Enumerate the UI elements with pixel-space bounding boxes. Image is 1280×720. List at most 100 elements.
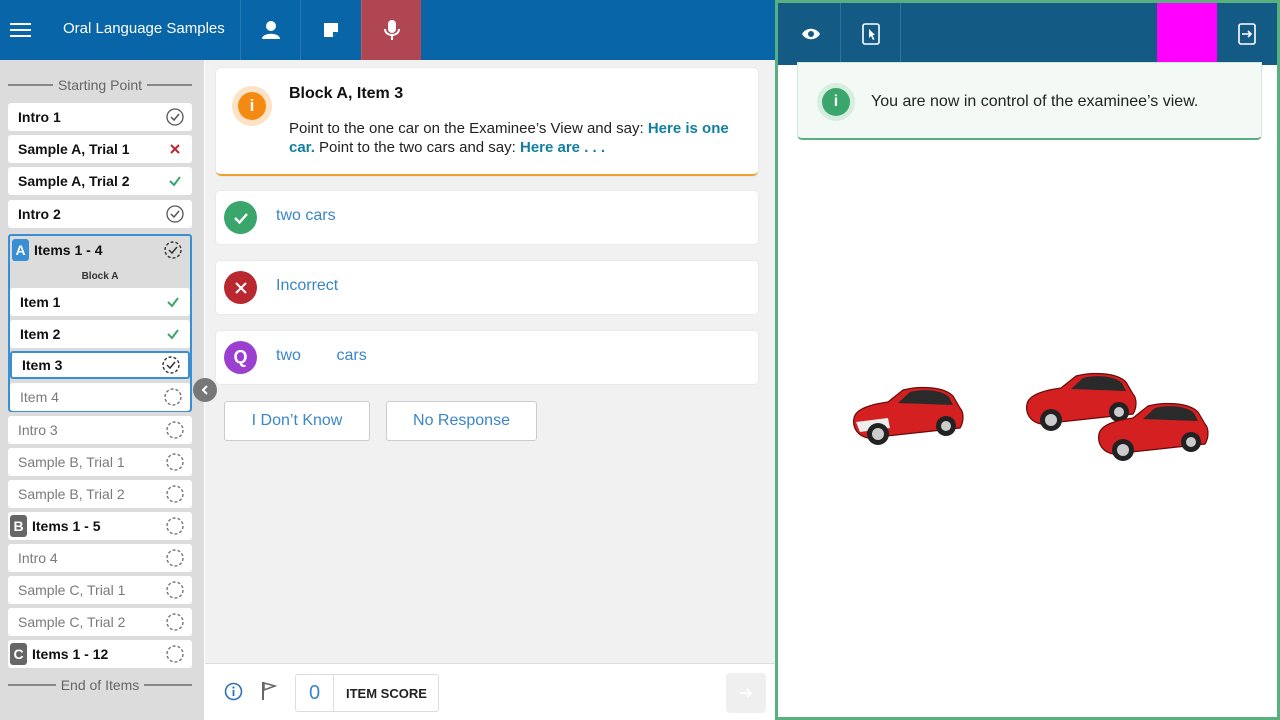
not-started-icon	[166, 581, 184, 599]
not-started-icon	[166, 421, 184, 439]
sidebar-item-label: Sample B, Trial 1	[18, 454, 125, 470]
block-b-badge: B	[10, 515, 27, 537]
sidebar-item-label: Intro 2	[18, 206, 61, 222]
notes-button[interactable]	[300, 0, 360, 60]
check-icon	[167, 329, 179, 340]
x-icon	[170, 144, 180, 154]
sidebar-item-label: Item 4	[20, 389, 59, 405]
response-label: two cars	[276, 207, 336, 224]
exit-icon	[1238, 23, 1256, 45]
next-item-button[interactable]	[726, 673, 766, 713]
query-icon: Q	[224, 341, 257, 374]
sidebar-item-label: Sample A, Trial 1	[18, 141, 130, 157]
sidebar-item-sample-a-trial-1[interactable]: Sample A, Trial 1	[8, 135, 192, 163]
examinee-info-button[interactable]	[240, 0, 300, 60]
item-main-panel: i Block A, Item 3 Point to the one car o…	[205, 60, 775, 663]
not-started-icon	[166, 613, 184, 631]
block-c-header[interactable]: C Items 1 - 12	[8, 640, 192, 668]
exit-examinee-view-button[interactable]	[1217, 3, 1277, 65]
sidebar-item-label: Intro 4	[18, 550, 58, 566]
info-icon: i	[232, 86, 272, 126]
sidebar-item-intro-2[interactable]: Intro 2	[8, 200, 192, 228]
sidebar-item-label: Item 2	[20, 326, 61, 342]
block-b-label: Items 1 - 5	[32, 518, 101, 534]
sidebar-item-label: Item 1	[20, 294, 61, 310]
sidebar-item-item-4[interactable]: Item 4	[10, 383, 190, 411]
item-footer: 0 ITEM SCORE	[205, 663, 775, 720]
block-b-header[interactable]: B Items 1 - 5	[8, 512, 192, 540]
single-car-image	[853, 386, 964, 445]
no-response-button[interactable]: No Response	[386, 401, 537, 441]
sidebar-item-intro-1[interactable]: Intro 1	[8, 103, 192, 131]
arrow-right-icon	[740, 688, 753, 698]
sidebar-item-label: Sample B, Trial 2	[18, 486, 125, 502]
check-icon	[167, 297, 179, 308]
not-started-icon	[166, 645, 184, 663]
control-notice: i You are now in control of the examinee…	[797, 62, 1262, 140]
sidebar-item-label: Sample C, Trial 2	[18, 614, 126, 630]
examinee-view-panel: i You are now in control of the examinee…	[775, 0, 1280, 720]
preview-button[interactable]	[781, 3, 841, 65]
tablet-pointer-icon	[861, 23, 880, 45]
starting-point-label: Starting Point	[57, 77, 143, 93]
sidebar-item-sample-a-trial-2[interactable]: Sample A, Trial 2	[8, 167, 192, 195]
item-sidebar: Starting Point Intro 1 Sample A, Trial 1…	[0, 60, 204, 720]
info-icon: i	[817, 83, 855, 121]
sidebar-item-label: Sample A, Trial 2	[18, 173, 130, 189]
sidebar-item-label: Sample C, Trial 1	[18, 582, 126, 598]
in-progress-icon	[162, 356, 180, 374]
eye-icon	[801, 28, 820, 40]
block-c-label: Items 1 - 12	[32, 646, 109, 662]
x-icon	[224, 271, 257, 304]
two-cars-image	[1026, 372, 1209, 461]
menu-icon	[10, 23, 31, 37]
app-title: Oral Language Samples	[63, 20, 225, 37]
dont-know-button[interactable]: I Don’t Know	[224, 401, 370, 441]
response-label: Incorrect	[276, 277, 339, 294]
record-button[interactable]	[361, 0, 421, 60]
block-a-sublabel: Block A	[81, 271, 119, 282]
top-bar: Oral Language Samples	[0, 0, 776, 60]
item-score-label: ITEM SCORE	[346, 685, 427, 701]
block-a-badge: A	[12, 239, 29, 261]
person-icon	[261, 21, 280, 39]
block-a-header[interactable]: A Items 1 - 4	[10, 236, 190, 264]
block-a-label: Items 1 - 4	[34, 242, 103, 258]
in-progress-icon	[164, 241, 182, 259]
info-circle-icon[interactable]	[224, 682, 243, 701]
not-started-icon	[164, 388, 182, 406]
sidebar-item-item-2[interactable]: Item 2	[10, 320, 190, 348]
response-correct-button[interactable]: two cars	[216, 191, 758, 244]
sidebar-item-intro-4[interactable]: Intro 4	[8, 544, 192, 572]
end-of-items-divider: End of Items	[8, 675, 192, 695]
note-icon	[323, 23, 338, 37]
examinee-view-toolbar	[778, 3, 1277, 65]
block-c-badge: C	[10, 643, 27, 665]
flag-icon[interactable]	[260, 681, 278, 701]
sidebar-item-label: Intro 1	[18, 109, 61, 125]
sidebar-item-item-1[interactable]: Item 1	[10, 288, 190, 316]
sidebar-item-sample-c-trial-1[interactable]: Sample C, Trial 1	[8, 576, 192, 604]
microphone-icon	[383, 20, 400, 40]
not-started-icon	[166, 517, 184, 535]
response-incorrect-button[interactable]: Incorrect	[216, 261, 758, 314]
control-examinee-button[interactable]	[841, 3, 901, 65]
item-instruction-card: i Block A, Item 3 Point to the one car o…	[216, 68, 758, 176]
sidebar-item-intro-3[interactable]: Intro 3	[8, 416, 192, 444]
item-instruction: Point to the one car on the Examinee’s V…	[289, 120, 729, 156]
complete-icon	[166, 108, 184, 126]
response-query-button[interactable]: Q two cars	[216, 331, 758, 384]
item-title: Block A, Item 3	[289, 85, 404, 102]
not-started-icon	[166, 485, 184, 503]
sidebar-item-sample-b-trial-1[interactable]: Sample B, Trial 1	[8, 448, 192, 476]
sidebar-item-label: Intro 3	[18, 422, 58, 438]
sidebar-item-item-3[interactable]: Item 3	[10, 351, 190, 379]
item-score-box: 0 ITEM SCORE	[295, 674, 439, 712]
sidebar-item-sample-b-trial-2[interactable]: Sample B, Trial 2	[8, 480, 192, 508]
chevron-left-icon	[201, 385, 208, 395]
sidebar-item-sample-c-trial-2[interactable]: Sample C, Trial 2	[8, 608, 192, 636]
collapse-sidebar-button[interactable]	[193, 378, 217, 402]
end-of-items-label: End of Items	[60, 677, 140, 693]
menu-button[interactable]	[0, 0, 42, 60]
check-icon	[169, 176, 181, 187]
